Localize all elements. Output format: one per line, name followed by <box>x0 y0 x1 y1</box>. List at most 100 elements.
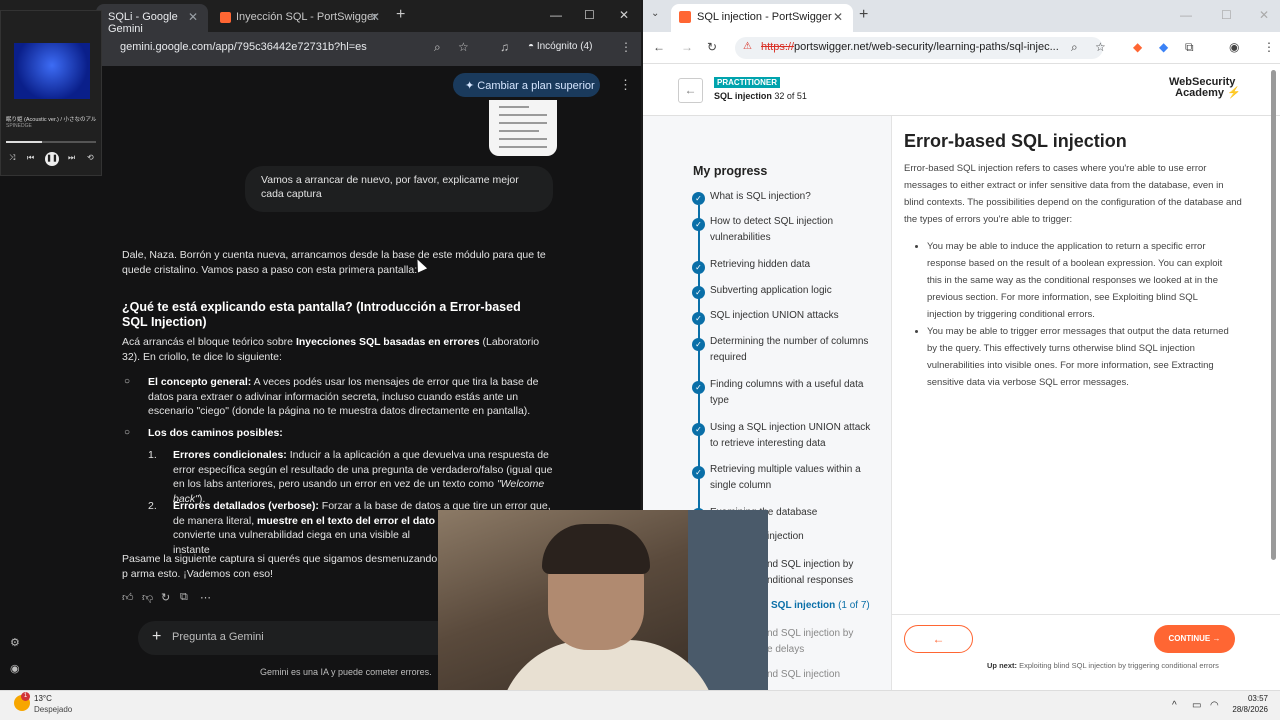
tab-search-icon[interactable]: ⌄ <box>651 8 659 19</box>
new-tab-icon[interactable]: + <box>396 6 405 24</box>
check-icon: ✓ <box>692 192 705 205</box>
maximize-icon[interactable]: ☐ <box>584 8 595 22</box>
up-next-text[interactable]: Up next: Exploiting blind SQL injection … <box>987 661 1219 670</box>
progress-item[interactable]: injection <box>767 531 804 542</box>
progress-item[interactable]: Using a SQL injection UNION attack to re… <box>710 420 880 452</box>
profile-icon[interactable]: ◉ <box>1229 40 1239 54</box>
progress-item[interactable]: How to detect SQL injection vulnerabilit… <box>710 214 880 246</box>
scrollbar[interactable] <box>1271 70 1276 560</box>
back-icon[interactable]: ← <box>653 40 665 54</box>
progress-item[interactable]: nd SQL injection by nditional responses <box>767 557 853 589</box>
progress-item[interactable]: Subverting application logic <box>710 283 880 299</box>
clock-date[interactable]: 28/8/2026 <box>1228 705 1268 714</box>
my-progress-heading: My progress <box>693 164 768 178</box>
tab-label: Inyección SQL - PortSwigger <box>236 11 377 23</box>
pause-icon[interactable]: ❚❚ <box>45 152 59 166</box>
regenerate-icon[interactable]: ↻ <box>161 591 170 604</box>
tab-gemini[interactable]: SQLi - Google Gemini ✕ <box>96 4 208 35</box>
sparkle-icon: ✦ <box>465 80 478 92</box>
burp-extension-icon[interactable]: ◆ <box>1133 40 1142 54</box>
reload-icon[interactable]: ↻ <box>707 40 717 54</box>
bookmark-star-icon[interactable]: ☆ <box>1095 40 1106 54</box>
disclaimer-text: Gemini es una IA y puede cometer errores… <box>260 667 432 677</box>
track-title: 眠り姫 (Acoustic ver.) / 小さなのアル <box>6 117 97 123</box>
bullet-icon: ○ <box>124 427 131 438</box>
back-to-path-button[interactable]: ← <box>678 78 703 103</box>
progress-item[interactable]: Determining the number of columns requir… <box>710 334 880 366</box>
incognito-indicator[interactable]: ◓ Incógnito (4) <box>528 41 592 52</box>
user-avatar-icon[interactable]: ◉ <box>10 662 20 675</box>
repeat-icon[interactable]: ⟲ <box>87 153 94 162</box>
progress-item[interactable]: What is SQL injection? <box>710 189 880 205</box>
show-hidden-icons-icon[interactable]: ^ <box>1172 700 1177 711</box>
wifi-icon[interactable]: ◠ <box>1210 700 1219 711</box>
progress-item[interactable]: nd SQL injection by e delays <box>767 626 853 658</box>
thumbs-down-icon[interactable]: 👎︎ <box>142 591 153 604</box>
playback-progress[interactable] <box>6 141 96 143</box>
media-mini-player: 眠り姫 (Acoustic ver.) / 小さなのアル SPINEDGE ⤨ … <box>0 10 102 176</box>
progress-item[interactable]: Retrieving hidden data <box>710 257 880 273</box>
check-icon: ✓ <box>692 466 705 479</box>
progress-item[interactable]: SQL injection UNION attacks <box>710 308 880 324</box>
thumbs-up-icon[interactable]: 👍︎ <box>122 591 134 604</box>
list-item: Errores condicionales: Inducir a la apli… <box>173 449 553 505</box>
progress-item[interactable]: Retrieving multiple values within a sing… <box>710 462 880 494</box>
add-attachment-icon[interactable]: + <box>152 628 161 646</box>
track-artist: SPINEDGE <box>6 123 32 129</box>
next-icon[interactable]: ⏭ <box>68 153 75 163</box>
previous-icon[interactable]: ⏮ <box>27 153 34 163</box>
lesson-title: Error-based SQL injection <box>904 131 1127 151</box>
web-security-academy-logo[interactable]: WebSecurity Academy ⚡ <box>1169 77 1241 99</box>
close-icon[interactable]: ✕ <box>833 10 843 24</box>
zoom-icon[interactable]: ⌕ <box>1071 40 1078 55</box>
display-icon[interactable]: ▭ <box>1192 700 1201 711</box>
minimize-icon[interactable]: — <box>550 8 562 22</box>
notification-badge: 1 <box>21 692 30 701</box>
close-window-icon[interactable]: ✕ <box>1259 8 1269 22</box>
new-tab-icon[interactable]: + <box>859 6 868 24</box>
previous-button[interactable]: ← <box>904 625 973 653</box>
more-icon[interactable]: ⋯ <box>200 591 211 604</box>
upgrade-plan-button[interactable]: ✦ Cambiar a plan superior <box>453 73 600 97</box>
tab-portswigger[interactable]: Inyección SQL - PortSwigger ✕ <box>214 4 390 32</box>
weather-condition: Despejado <box>34 705 73 714</box>
uploaded-screenshot-thumbnail[interactable] <box>489 100 557 156</box>
webcam-overlay <box>438 510 768 720</box>
lesson-bullet: You may be able to trigger error message… <box>927 323 1235 391</box>
progress-item[interactable]: Finding columns with a useful data type <box>710 377 880 409</box>
browser-menu-icon[interactable]: ⋮ <box>620 40 632 54</box>
media-control-icon[interactable]: ♫ <box>500 40 509 54</box>
close-icon[interactable]: ✕ <box>188 10 198 24</box>
minimize-icon[interactable]: — <box>1180 8 1192 22</box>
album-art <box>14 43 90 99</box>
progress-item-current[interactable]: SQL injection (1 of 7) <box>771 600 870 611</box>
close-window-icon[interactable]: ✕ <box>619 8 629 22</box>
user-message: Vamos a arrancar de nuevo, por favor, ex… <box>245 166 553 212</box>
more-options-icon[interactable]: ⋮ <box>619 77 632 93</box>
portswigger-favicon-icon <box>679 11 691 23</box>
close-icon[interactable]: ✕ <box>370 10 380 24</box>
continue-button[interactable]: CONTINUE → <box>1154 625 1235 653</box>
extensions-puzzle-icon[interactable]: ⧉ <box>1185 40 1194 55</box>
list-item: Los dos caminos posibles: <box>148 427 283 439</box>
wappalyzer-extension-icon[interactable]: ◆ <box>1159 40 1168 54</box>
upgrade-label: Cambiar a plan superior <box>477 80 595 92</box>
url-text: portswigger.net/web-security/learning-pa… <box>794 41 1059 53</box>
shuffle-icon[interactable]: ⤨ <box>9 153 15 163</box>
tab-portswigger[interactable]: SQL injection - PortSwigger ✕ <box>671 4 853 32</box>
copy-icon[interactable]: ⧉ <box>180 591 188 604</box>
bookmark-star-icon[interactable]: ☆ <box>458 40 469 54</box>
settings-gear-icon[interactable]: ⚙ <box>10 636 20 649</box>
address-bar[interactable]: gemini.google.com/app/795c36442e72731b?h… <box>120 41 367 53</box>
prompt-input[interactable]: + Pregunta a Gemini <box>138 621 458 655</box>
zoom-icon[interactable]: ⌕ <box>434 40 441 55</box>
response-heading: ¿Qué te está explicando esta pantalla? (… <box>122 300 521 329</box>
maximize-icon[interactable]: ☐ <box>1221 8 1232 22</box>
address-bar[interactable]: ⚠ https://portswigger.net/web-security/l… <box>735 37 1103 59</box>
browser-menu-icon[interactable]: ⋮ <box>1263 40 1275 54</box>
forward-icon[interactable]: → <box>681 40 693 54</box>
level-badge: PRACTITIONER <box>714 77 780 88</box>
progress-item[interactable]: nd SQL injection <box>767 669 840 680</box>
clock-time[interactable]: 03:57 <box>1228 694 1268 703</box>
not-secure-icon[interactable]: ⚠ <box>743 41 752 52</box>
